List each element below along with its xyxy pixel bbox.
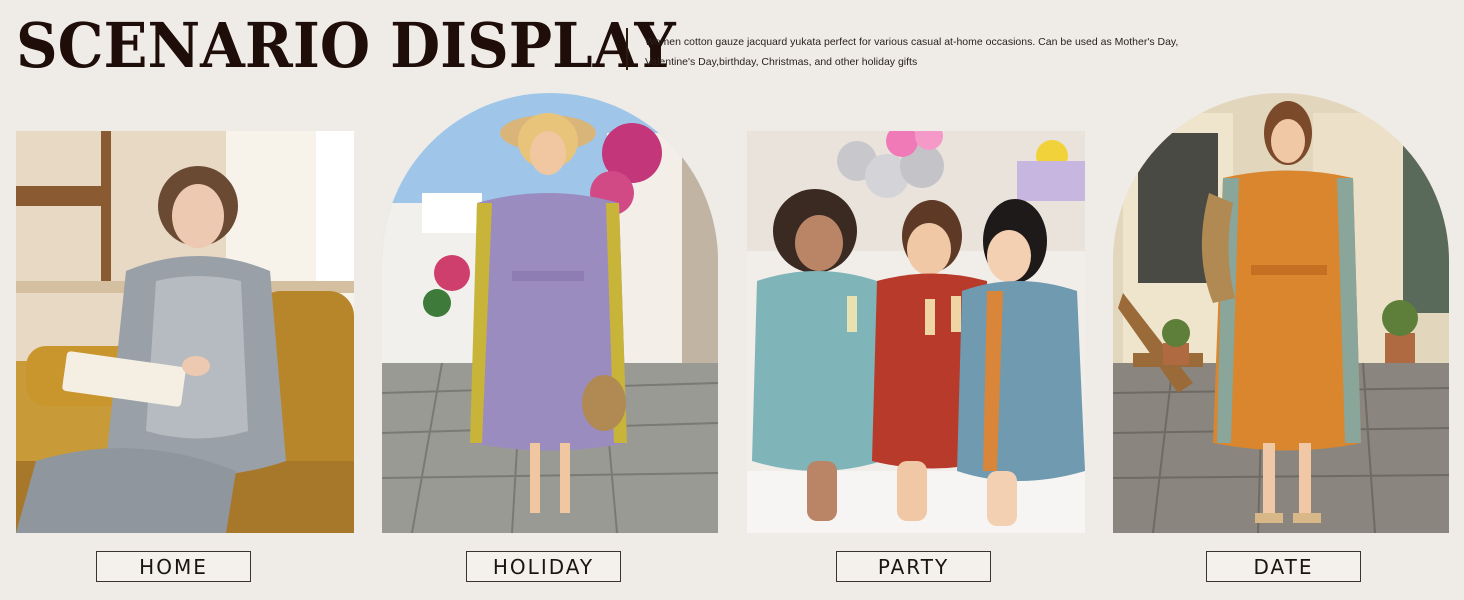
title-divider (626, 28, 628, 70)
party-label: PARTY (836, 551, 991, 582)
party-scenario-image (747, 131, 1085, 533)
description-line-1: Women cotton gauze jacquard yukata perfe… (645, 36, 1179, 48)
holiday-label: HOLIDAY (466, 551, 621, 582)
holiday-scenario-image (382, 93, 718, 533)
date-scenario-image (1113, 93, 1449, 533)
home-scenario-image (16, 131, 354, 533)
home-label: HOME (96, 551, 251, 582)
description-line-2: Valentine's Day,birthday, Christmas, and… (645, 56, 918, 68)
description: Women cotton gauze jacquard yukata perfe… (645, 32, 1205, 72)
date-label: DATE (1206, 551, 1361, 582)
page-title: SCENARIO DISPLAY (16, 9, 676, 82)
